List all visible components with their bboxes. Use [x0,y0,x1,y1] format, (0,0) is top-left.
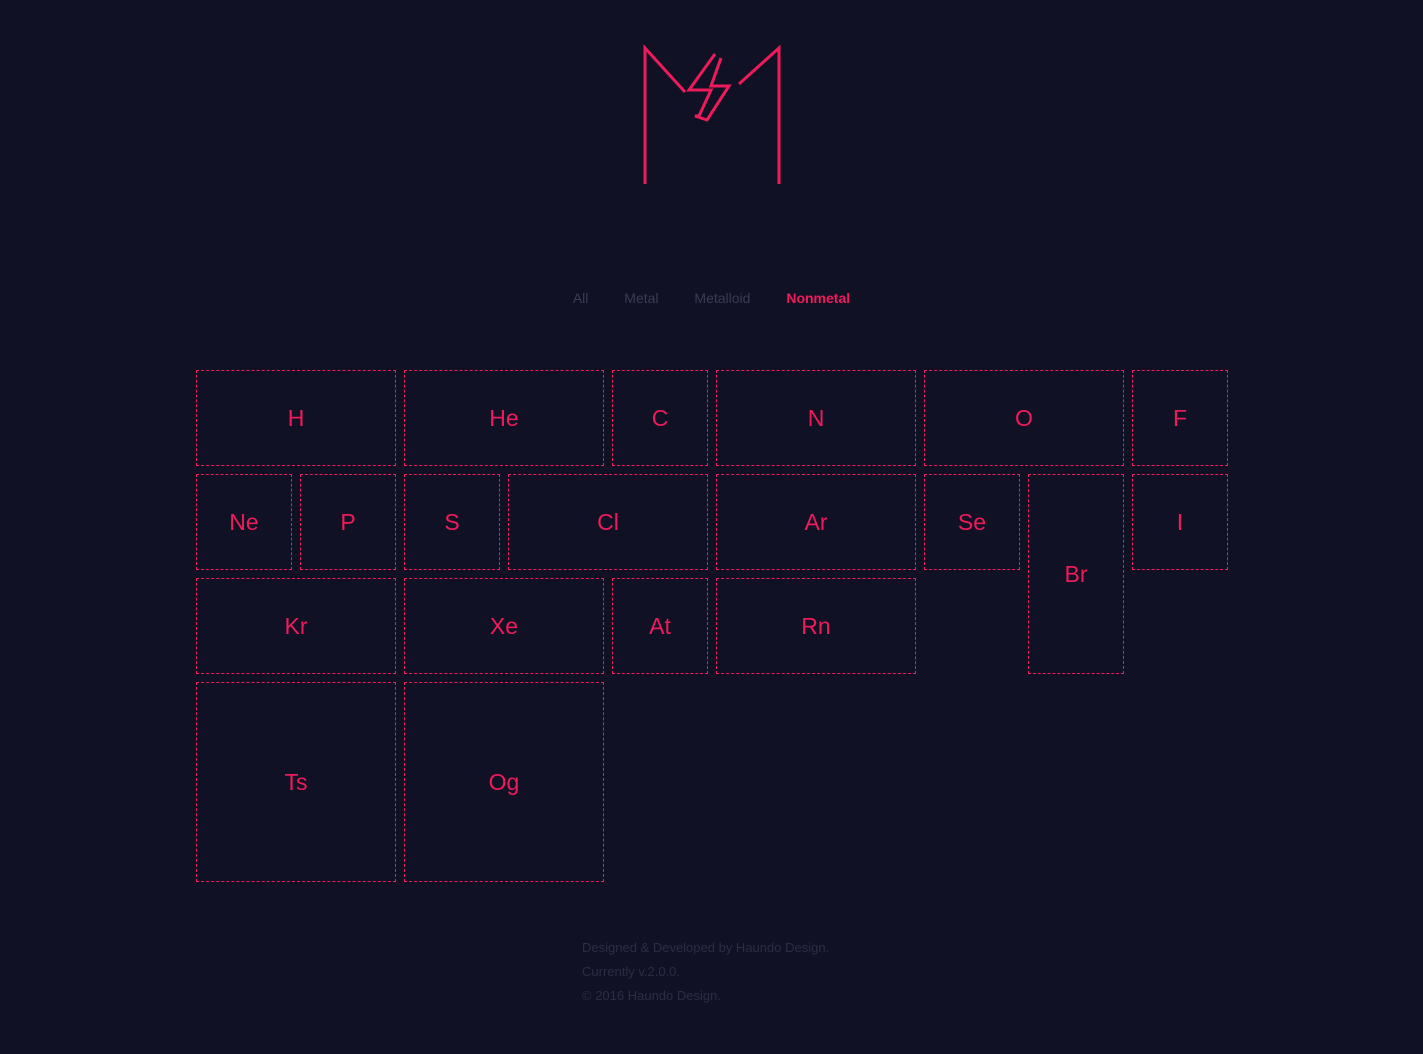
page: All Metal Metalloid Nonmetal H He C N O … [0,0,1423,1054]
element-tile-rn[interactable]: Rn [716,578,916,674]
element-tile-p[interactable]: P [300,474,396,570]
element-tile-xe[interactable]: Xe [404,578,604,674]
element-tile-kr[interactable]: Kr [196,578,396,674]
element-tile-og[interactable]: Og [404,682,604,882]
element-tile-f[interactable]: F [1132,370,1228,466]
element-grid: H He C N O F Ne P S Cl Ar Se Br I Kr Xe … [196,370,1228,882]
element-tile-o[interactable]: O [924,370,1124,466]
element-tile-at[interactable]: At [612,578,708,674]
logo-icon [643,44,781,184]
footer-version: Currently v.2.0.0. [582,964,681,979]
footer-copyright: © 2016 Haundo Design. [582,988,721,1003]
element-tile-br[interactable]: Br [1028,474,1124,674]
footer-credit: Designed & Developed by Haundo Design. [582,940,830,955]
element-tile-ne[interactable]: Ne [196,474,292,570]
element-tile-se[interactable]: Se [924,474,1020,570]
filter-metal[interactable]: Metal [624,290,658,306]
element-tile-ts[interactable]: Ts [196,682,396,882]
element-tile-s[interactable]: S [404,474,500,570]
filter-all[interactable]: All [573,290,589,306]
element-tile-cl[interactable]: Cl [508,474,708,570]
element-tile-he[interactable]: He [404,370,604,466]
element-tile-c[interactable]: C [612,370,708,466]
element-tile-i[interactable]: I [1132,474,1228,570]
element-tile-n[interactable]: N [716,370,916,466]
element-tile-ar[interactable]: Ar [716,474,916,570]
filter-metalloid[interactable]: Metalloid [694,290,750,306]
footer: Designed & Developed by Haundo Design. C… [582,936,829,1008]
element-tile-h[interactable]: H [196,370,396,466]
filter-nav: All Metal Metalloid Nonmetal [0,290,1423,306]
filter-nonmetal[interactable]: Nonmetal [786,290,850,306]
